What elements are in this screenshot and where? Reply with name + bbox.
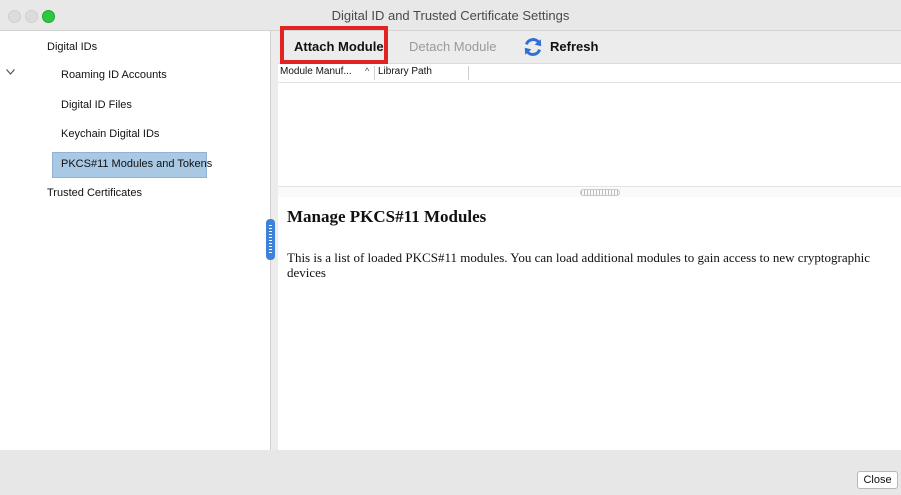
column-divider[interactable] <box>468 66 469 80</box>
settings-window: Digital ID and Trusted Certificate Setti… <box>0 0 901 495</box>
sidebar-tree: Digital IDs Roaming ID Accounts Digital … <box>0 31 271 450</box>
sidebar-item-pkcs11-modules[interactable]: PKCS#11 Modules and Tokens <box>52 152 212 178</box>
title-bar: Digital ID and Trusted Certificate Setti… <box>0 0 901 31</box>
refresh-icon[interactable] <box>523 37 543 57</box>
detach-module-button[interactable]: Detach Module <box>409 39 496 54</box>
column-header-module-manufacturer[interactable]: Module Manuf... <box>280 66 375 82</box>
sidebar-item-roaming-id-accounts[interactable]: Roaming ID Accounts <box>61 69 167 81</box>
modules-table-header: Module Manuf... ^ Library Path <box>278 64 901 83</box>
info-title: Manage PKCS#11 Modules <box>287 207 487 226</box>
sort-ascending-icon: ^ <box>365 66 370 76</box>
column-header-library-path[interactable]: Library Path <box>378 66 432 77</box>
sidebar-item-trusted-certificates[interactable]: Trusted Certificates <box>47 187 142 199</box>
highlight-annotation <box>280 26 388 64</box>
sidebar-splitter-handle[interactable] <box>266 219 275 260</box>
sidebar-item-digital-id-files[interactable]: Digital ID Files <box>61 99 132 111</box>
refresh-button[interactable]: Refresh <box>550 39 598 54</box>
chevron-down-icon[interactable] <box>6 69 15 75</box>
footer-bar <box>0 450 901 495</box>
close-button[interactable]: Close <box>857 471 898 489</box>
window-title: Digital ID and Trusted Certificate Setti… <box>331 8 570 23</box>
info-description: This is a list of loaded PKCS#11 modules… <box>287 250 870 280</box>
pane-divider[interactable] <box>278 186 901 197</box>
main-panel: Attach Module Detach Module Refresh Modu… <box>278 31 901 450</box>
grip-icon <box>580 189 620 196</box>
column-divider[interactable] <box>374 66 375 80</box>
sidebar-item-keychain-digital-ids[interactable]: Keychain Digital IDs <box>61 128 159 140</box>
grip-icon <box>269 225 272 254</box>
sidebar-item-digital-ids[interactable]: Digital IDs <box>47 41 97 53</box>
